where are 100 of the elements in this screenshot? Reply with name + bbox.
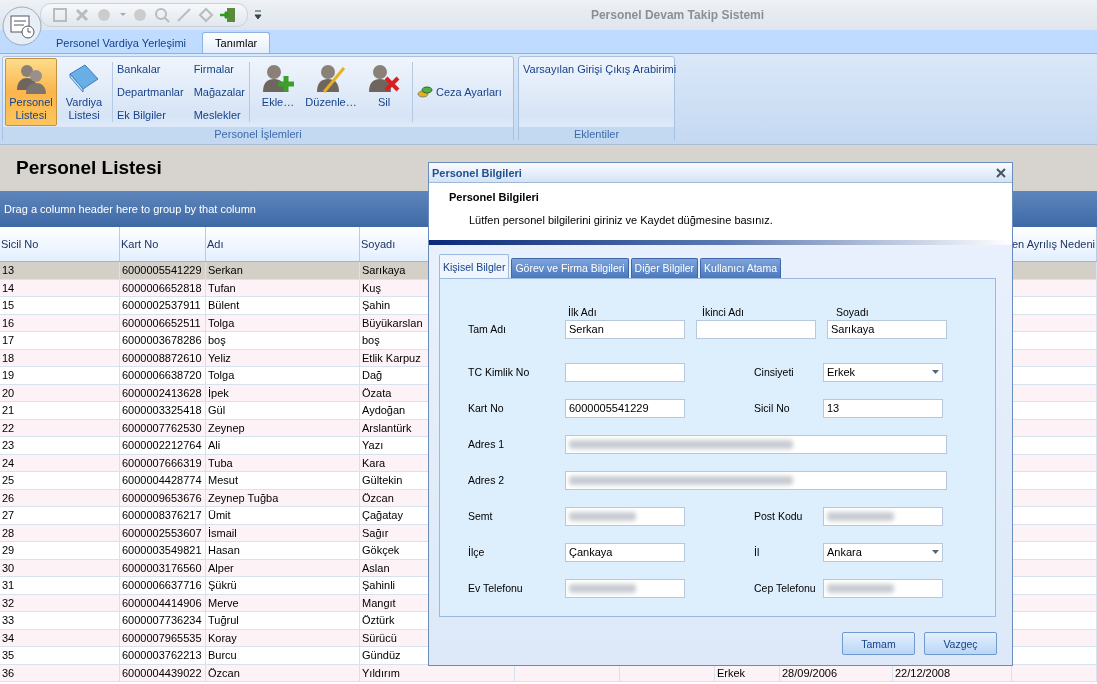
input-field[interactable]: Sarıkaya (827, 319, 947, 339)
magnifier-icon[interactable] (153, 6, 171, 24)
table-cell: 20 (0, 384, 120, 401)
ribbon-tab[interactable]: Personel Vardiya Yerleşimi (44, 33, 199, 53)
table-cell: 13 (0, 262, 120, 279)
table-cell: 27 (0, 507, 120, 524)
table-cell: 6000007762530 (120, 419, 206, 436)
column-header[interactable]: Kart No (120, 227, 206, 261)
input-field[interactable]: 6000005541229 (565, 398, 685, 418)
input-field[interactable] (696, 319, 816, 339)
table-cell: 16 (0, 314, 120, 331)
column-header[interactable]: Sicil No (0, 227, 120, 261)
table-cell: 6000006652511 (120, 314, 206, 331)
ribbon-button[interactable]: Vardiya Listesi (58, 58, 110, 126)
table-cell: 32 (0, 594, 120, 611)
input-field[interactable] (565, 470, 947, 490)
input-field[interactable] (565, 506, 685, 526)
field-label: Kart No (468, 402, 505, 414)
table-cell: 24 (0, 454, 120, 471)
table-cell: 33 (0, 612, 120, 629)
table-cell: 6000004414906 (120, 594, 206, 611)
table-cell: Merve (206, 594, 360, 611)
field-caption: İlk Adı (567, 306, 598, 318)
table-cell: Tolga (206, 367, 360, 384)
ribbon-button[interactable]: Personel Listesi (5, 58, 57, 126)
table-cell: İpek (206, 384, 360, 401)
table-cell: 30 (0, 559, 120, 576)
ribbon-link[interactable]: Departmanlar (117, 81, 184, 103)
ribbon-tab[interactable]: Tanımlar (202, 32, 271, 53)
table-cell: 35 (0, 647, 120, 664)
ribbon-link[interactable]: Firmalar (193, 58, 245, 80)
ribbon-link[interactable]: Meslekler (193, 104, 245, 126)
tab[interactable]: Kişisel Bilgler (439, 254, 510, 279)
table-cell: Özcan (206, 664, 360, 681)
table-cell: 6000007965535 (120, 629, 206, 646)
input-field[interactable] (565, 578, 685, 598)
table-cell: 6000002537911 (120, 297, 206, 314)
table-cell: 6000003762213 (120, 647, 206, 664)
table-cell: 6000002212764 (120, 437, 206, 454)
dialog-button[interactable]: Vazgeç (924, 632, 997, 655)
table-cell: 14 (0, 279, 120, 296)
group-by-hint: Drag a column header here to group by that column (4, 203, 256, 215)
dropdown-field[interactable]: Ankara (823, 542, 943, 562)
ribbon-link[interactable]: Bankalar (117, 58, 184, 80)
ribbon-button[interactable]: Ceza Ayarları (415, 85, 504, 99)
dropdown-field[interactable]: Erkek (823, 362, 943, 382)
ribbon-link[interactable]: Mağazalar (193, 81, 245, 103)
group-caption: Eklentiler (519, 127, 674, 142)
input-field[interactable] (823, 578, 943, 598)
table-cell: Alper (206, 559, 360, 576)
input-field[interactable]: 13 (823, 398, 943, 418)
ribbon-button[interactable]: Sil (358, 58, 410, 126)
group-caption: Personel İşlemleri (3, 127, 513, 142)
table-cell: Serkan (206, 262, 360, 279)
table-cell: 22 (0, 419, 120, 436)
ribbon-button[interactable]: Ekle… (252, 58, 304, 126)
table-cell: 6000006652818 (120, 279, 206, 296)
field-label: Adres 1 (468, 438, 506, 450)
blurred-text (569, 583, 637, 593)
field-label: Adres 2 (468, 474, 506, 486)
ribbon-button[interactable]: Düzenle… (305, 58, 357, 126)
field-label: İl (754, 546, 761, 558)
field-label: Post Kodu (754, 510, 804, 522)
people-icon (14, 62, 48, 96)
table-cell: 36 (0, 664, 120, 681)
table-cell: Şükrü (206, 577, 360, 594)
field-caption: Soyadı (835, 306, 870, 318)
input-field[interactable] (565, 434, 947, 454)
cross-icon[interactable] (73, 6, 91, 24)
table-cell: 6000003678286 (120, 332, 206, 349)
exit-door-icon[interactable] (219, 6, 237, 24)
input-field[interactable] (565, 362, 685, 382)
table-cell: Tolga (206, 314, 360, 331)
field-label: Semt (468, 510, 494, 522)
table-cell: 6000004428774 (120, 472, 206, 489)
ribbon-link[interactable]: Varsayılan Girişi Çıkış Arabirimi (523, 58, 677, 80)
input-field[interactable]: Serkan (565, 319, 685, 339)
input-field[interactable]: Çankaya (565, 542, 685, 562)
table-cell: 6000003325418 (120, 402, 206, 419)
input-field[interactable] (823, 506, 943, 526)
table-cell: Tufan (206, 279, 360, 296)
window-title: Personel Devam Takip Sistemi (589, 8, 766, 22)
dialog-button[interactable]: Tamam (842, 632, 915, 655)
column-header[interactable]: Adı (206, 227, 360, 261)
table-cell: İsmail (206, 524, 360, 541)
table-cell: Hasan (206, 542, 360, 559)
close-icon[interactable] (996, 167, 1006, 178)
table-cell: Tuba (206, 454, 360, 471)
table-cell: 28 (0, 524, 120, 541)
table-cell: 18 (0, 349, 120, 366)
table-cell: Burcu (206, 647, 360, 664)
table-cell: 6000004439022 (120, 664, 206, 681)
ribbon-link[interactable]: Ek Bilgiler (117, 104, 184, 126)
table-cell: 19 (0, 367, 120, 384)
field-label: Cep Telefonu (754, 582, 817, 594)
table-cell: 31 (0, 577, 120, 594)
table-cell: 6000007666319 (120, 454, 206, 471)
table-cell: 25 (0, 472, 120, 489)
customize-caret-icon[interactable] (254, 10, 262, 20)
table-cell: 26 (0, 489, 120, 506)
